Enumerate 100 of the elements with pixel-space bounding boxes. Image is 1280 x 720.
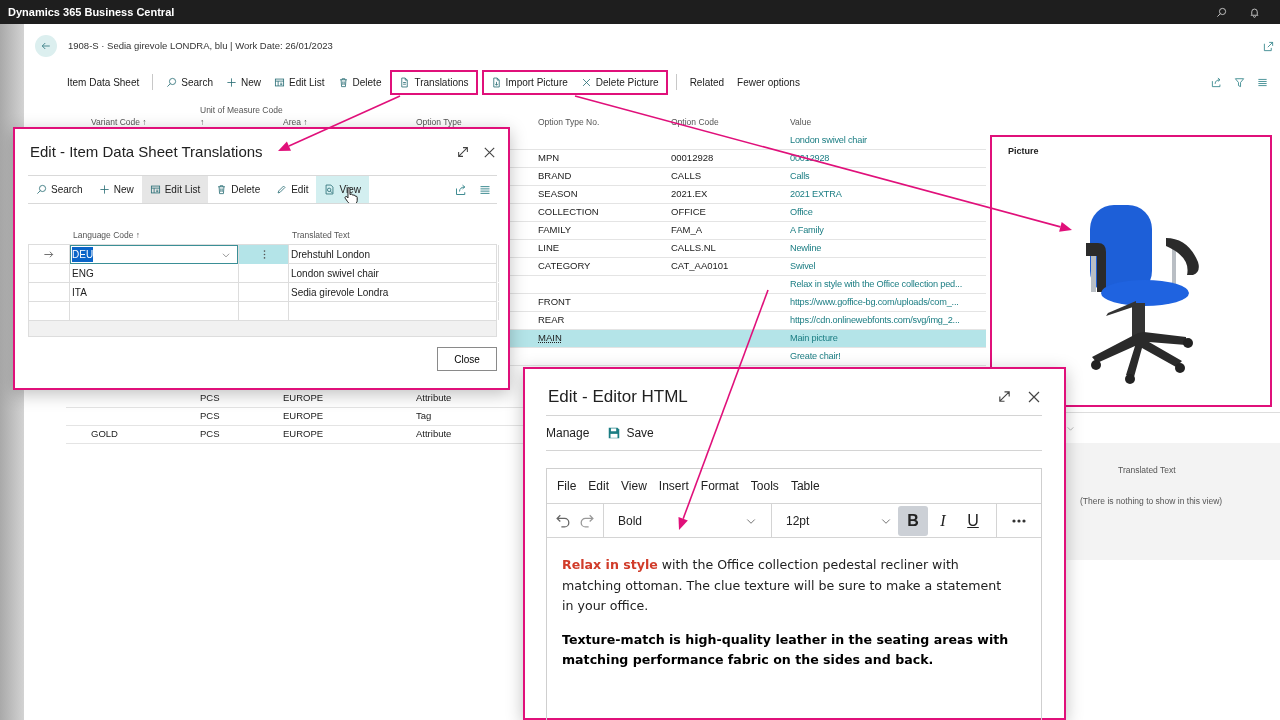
grid-row[interactable]: DEU Drehstuhl London bbox=[29, 245, 496, 264]
close-icon[interactable] bbox=[1026, 389, 1042, 405]
action-button[interactable]: Related bbox=[684, 71, 730, 93]
table-cell: SEASON bbox=[538, 188, 578, 200]
expand-icon[interactable] bbox=[456, 144, 470, 159]
value-link[interactable]: Main picture bbox=[790, 333, 838, 344]
format-button[interactable]: U bbox=[958, 505, 988, 536]
table-cell: LINE bbox=[538, 242, 560, 254]
column-header[interactable]: Translated Text bbox=[1118, 465, 1176, 475]
table-cell: CALLS.NL bbox=[671, 242, 716, 254]
table-cell: PCS bbox=[200, 428, 220, 440]
menu-item[interactable]: Insert bbox=[652, 477, 695, 495]
value-link[interactable]: Greate chair! bbox=[790, 351, 841, 362]
table-cell: BRAND bbox=[538, 170, 572, 182]
table-cell: EUROPE bbox=[283, 410, 324, 422]
page-caption[interactable]: Item Data Sheet bbox=[62, 71, 145, 93]
action-button[interactable]: Translations bbox=[394, 71, 474, 93]
column-header[interactable]: Option Type bbox=[416, 116, 538, 129]
search-icon[interactable] bbox=[1216, 6, 1227, 18]
search-icon bbox=[36, 184, 47, 195]
action-button[interactable]: New bbox=[220, 71, 266, 93]
menu-item[interactable]: Tools bbox=[744, 477, 785, 495]
column-header[interactable]: Option Code bbox=[671, 116, 790, 129]
card-title: Picture bbox=[1008, 145, 1040, 158]
search-icon bbox=[166, 76, 178, 88]
expand-icon[interactable] bbox=[997, 389, 1012, 404]
action-button[interactable]: Edit List bbox=[268, 71, 330, 93]
column-header[interactable]: Value bbox=[790, 116, 986, 129]
table-cell: Attribute bbox=[416, 428, 452, 440]
table-cell: FAM_A bbox=[671, 224, 703, 236]
share-icon[interactable] bbox=[455, 183, 467, 196]
menu-item[interactable]: Table bbox=[784, 477, 826, 495]
menu-item[interactable]: File bbox=[551, 477, 583, 495]
font-size-dropdown[interactable]: 12pt bbox=[780, 506, 898, 535]
paragraph: Texture-match is high-quality leather in the seating areas with matching performance fabric on the sides and back. bbox=[562, 630, 1010, 669]
grid-row[interactable]: ITA Sedia girevole Londra bbox=[29, 283, 496, 302]
table-cell: Attribute bbox=[416, 392, 452, 404]
column-header[interactable]: Unit of Measure Code ↑ bbox=[200, 103, 283, 129]
share-icon[interactable] bbox=[1211, 76, 1222, 88]
bell-icon[interactable] bbox=[1249, 6, 1260, 18]
column-header[interactable]: Translated Text bbox=[288, 229, 498, 242]
list-icon[interactable] bbox=[1257, 76, 1268, 88]
column-header[interactable]: Area ↑ bbox=[283, 116, 416, 129]
table-cell: 2021.EX bbox=[671, 188, 708, 200]
value-link[interactable]: Newline bbox=[790, 243, 822, 254]
undo-icon[interactable] bbox=[555, 512, 572, 529]
redo-icon[interactable] bbox=[578, 512, 595, 529]
format-button[interactable]: I bbox=[928, 505, 958, 536]
menu-item[interactable]: Edit bbox=[582, 477, 616, 495]
column-header[interactable]: Language Code ↑ bbox=[69, 229, 238, 242]
format-button[interactable]: B bbox=[898, 505, 928, 536]
empty-message: (There is nothing to show in this view) bbox=[1080, 494, 1223, 508]
table-edit-icon bbox=[149, 184, 161, 195]
menu-item[interactable]: View bbox=[615, 477, 653, 495]
plus-icon bbox=[98, 184, 110, 195]
table-cell: MPN bbox=[538, 152, 560, 164]
trash-icon bbox=[337, 76, 349, 88]
document-icon bbox=[399, 76, 411, 88]
value-link[interactable]: Swivel bbox=[790, 261, 816, 272]
trash-icon bbox=[216, 184, 228, 195]
filter-icon[interactable] bbox=[1234, 76, 1245, 88]
action-button[interactable]: Manage bbox=[546, 424, 590, 442]
page-title: 1908-S · Sedia girevole LONDRA, blu | Work Date: 26/01/2023 bbox=[68, 38, 333, 53]
language-code-field[interactable]: DEU bbox=[70, 245, 238, 264]
app-title: Dynamics 365 Business Central bbox=[8, 4, 175, 20]
action-button[interactable]: Fewer options bbox=[732, 71, 805, 93]
toolbar-button[interactable]: Edit List bbox=[141, 176, 209, 203]
value-link[interactable]: https://cdn.onlinewebfonts.com/svg/img_2... bbox=[790, 315, 960, 326]
value-link[interactable]: London swivel chair bbox=[790, 135, 867, 146]
value-link[interactable]: A Family bbox=[790, 225, 824, 236]
menu-item[interactable]: Format bbox=[694, 477, 745, 495]
back-button[interactable] bbox=[35, 35, 57, 57]
table-cell: FRONT bbox=[538, 296, 571, 308]
plus-icon bbox=[225, 76, 237, 88]
document-arrow-icon bbox=[490, 76, 502, 88]
popout-icon[interactable] bbox=[1263, 40, 1274, 52]
table-cell: COLLECTION bbox=[538, 206, 599, 218]
action-button[interactable]: Import Picture bbox=[485, 71, 573, 93]
action-button[interactable]: Delete bbox=[332, 71, 387, 93]
action-button[interactable]: Delete Picture bbox=[575, 71, 664, 93]
value-link[interactable]: https://www.goffice-bg.com/uploads/com_... bbox=[790, 297, 959, 308]
table-cell: CAT_AA0101 bbox=[671, 260, 729, 272]
table-cell: PCS bbox=[200, 410, 220, 422]
table-cell: EUROPE bbox=[283, 428, 324, 440]
value-link[interactable]: Calls bbox=[790, 171, 810, 182]
close-button[interactable]: Close bbox=[437, 347, 497, 371]
document-search-icon bbox=[324, 184, 336, 195]
column-header[interactable]: Option Type No. bbox=[538, 116, 671, 129]
value-link[interactable]: Relax in style with the Office collection ped... bbox=[790, 279, 963, 290]
action-button[interactable]: Save bbox=[607, 424, 654, 442]
value-link[interactable]: Office bbox=[790, 207, 813, 218]
grid-row[interactable]: ENG London swivel chair bbox=[29, 264, 496, 283]
format-dropdown[interactable]: Bold bbox=[612, 506, 763, 535]
table-cell: 00012928 bbox=[671, 152, 714, 164]
column-header[interactable]: Variant Code ↑ bbox=[66, 116, 200, 129]
table-cell: FAMILY bbox=[538, 224, 572, 236]
table-cell: Tag bbox=[416, 410, 432, 422]
list-icon[interactable] bbox=[479, 183, 491, 196]
action-button[interactable]: Search bbox=[161, 71, 218, 93]
value-link[interactable]: 2021 EXTRA bbox=[790, 189, 842, 200]
